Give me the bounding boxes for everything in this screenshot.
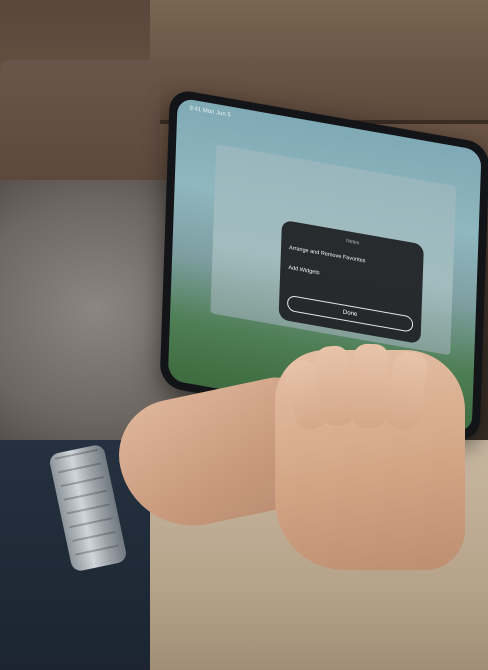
photo-scene: 9:41 Mon Jun 5 Notes Arrange and Remove …: [0, 0, 488, 670]
finger-ring: [350, 343, 390, 429]
status-bar-time: 9:41 Mon Jun 5: [189, 105, 231, 119]
arrange-favorites-option[interactable]: Arrange and Remove Favorites: [289, 245, 366, 264]
add-widgets-option[interactable]: Add Widgets: [288, 265, 319, 276]
